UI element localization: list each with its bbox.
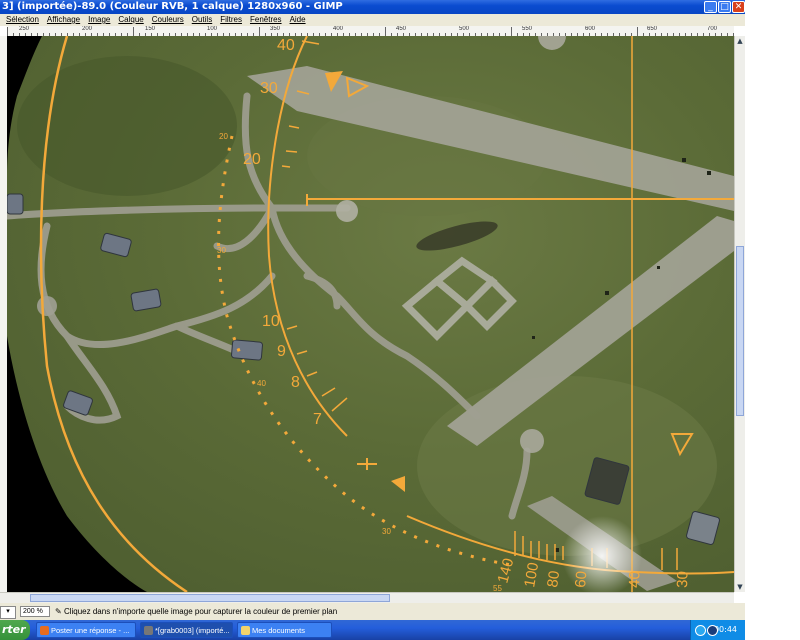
status-message: ✎ Cliquez dans n'importe quelle image po… bbox=[55, 603, 337, 620]
ruler-label: 150 bbox=[145, 26, 156, 32]
ruler-label: 500 bbox=[459, 26, 470, 32]
taskbar: rter Poster une réponse - ... *[grab0003… bbox=[0, 620, 745, 640]
ruler-label: 200 bbox=[82, 26, 93, 32]
horizontal-scrollbar[interactable] bbox=[0, 592, 734, 603]
zoom-select[interactable]: 200 % bbox=[20, 606, 50, 617]
system-tray: 00:44 bbox=[690, 620, 745, 640]
hud-small-mark: 20 bbox=[219, 132, 228, 141]
shield-icon[interactable] bbox=[707, 625, 718, 636]
ruler-tick bbox=[511, 27, 512, 36]
hud-speed-label: 60 bbox=[572, 570, 590, 588]
hud-aerial-image: 40 30 20 10 9 8 7 20 30 40 30 55 140 100… bbox=[7, 36, 734, 592]
status-bar: ▾ 200 % ✎ Cliquez dans n'importe quelle … bbox=[0, 603, 745, 620]
image-canvas[interactable]: 40 30 20 10 9 8 7 20 30 40 30 55 140 100… bbox=[7, 36, 734, 592]
page-margin bbox=[745, 0, 800, 640]
ruler-label: 550 bbox=[522, 26, 533, 32]
scroll-up-icon[interactable]: ▲ bbox=[735, 36, 745, 46]
hud-scale-lower-3: 7 bbox=[313, 411, 322, 428]
hud-scale-upper-1: 30 bbox=[260, 80, 278, 97]
unit-select[interactable]: ▾ bbox=[0, 606, 16, 619]
hud-scale-lower-0: 10 bbox=[262, 313, 280, 330]
window-controls: _ □ ✕ bbox=[704, 0, 745, 14]
hud-speed-label: 80 bbox=[544, 570, 563, 589]
vertical-scrollbar[interactable]: ▲ ▼ bbox=[734, 36, 745, 592]
network-icon[interactable] bbox=[695, 625, 706, 636]
menu-fenetres[interactable]: Fenêtres bbox=[250, 14, 282, 26]
menu-affichage[interactable]: Affichage bbox=[47, 14, 80, 26]
ruler-label: 700 bbox=[707, 26, 718, 32]
hud-scale-upper-2: 20 bbox=[243, 151, 261, 168]
gimp-icon bbox=[144, 626, 153, 635]
taskbar-item-firefox[interactable]: Poster une réponse - ... bbox=[36, 622, 136, 638]
start-button[interactable]: rter bbox=[0, 620, 30, 640]
ruler-label: 600 bbox=[585, 26, 596, 32]
firefox-icon bbox=[40, 626, 49, 635]
ruler-label: 450 bbox=[396, 26, 407, 32]
task-label: Mes documents bbox=[252, 626, 305, 635]
ruler-tick bbox=[259, 27, 260, 36]
eyedropper-icon: ✎ bbox=[55, 607, 64, 616]
status-text: Cliquez dans n'importe quelle image pour… bbox=[63, 607, 338, 616]
scroll-down-icon[interactable]: ▼ bbox=[735, 582, 745, 592]
task-label: *[grab0003] (importé... bbox=[155, 626, 230, 635]
hud-small-mark: 40 bbox=[257, 379, 266, 388]
window-titlebar: 3] (importée)-89.0 (Couleur RVB, 1 calqu… bbox=[0, 0, 745, 14]
ruler-tick bbox=[637, 27, 638, 36]
horizontal-scroll-thumb[interactable] bbox=[30, 594, 390, 602]
menu-calque[interactable]: Calque bbox=[118, 14, 143, 26]
hud-speed-label: 40 bbox=[626, 571, 644, 588]
taskbar-item-gimp[interactable]: *[grab0003] (importé... bbox=[140, 622, 233, 638]
hud-scale-lower-1: 9 bbox=[277, 343, 286, 360]
ruler-label: 350 bbox=[270, 26, 281, 32]
maximize-button[interactable]: □ bbox=[718, 1, 731, 13]
ruler-label: 100 bbox=[207, 26, 218, 32]
hud-speed-label: 30 bbox=[674, 571, 692, 588]
hud-scale-upper-0: 40 bbox=[277, 37, 295, 54]
taskbar-item-documents[interactable]: Mes documents bbox=[237, 622, 332, 638]
close-button[interactable]: ✕ bbox=[732, 1, 745, 13]
ruler-tick bbox=[7, 27, 8, 36]
menu-bar: Sélection Affichage Image Calque Couleur… bbox=[0, 14, 745, 26]
ruler-tick bbox=[133, 27, 134, 36]
ruler-label: 650 bbox=[647, 26, 658, 32]
menu-couleurs[interactable]: Couleurs bbox=[152, 14, 184, 26]
menu-filtres[interactable]: Filtres bbox=[220, 14, 242, 26]
menu-aide[interactable]: Aide bbox=[290, 14, 306, 26]
hud-small-mark: 30 bbox=[382, 527, 391, 536]
hud-scale-lower-2: 8 bbox=[291, 374, 300, 391]
menu-outils[interactable]: Outils bbox=[192, 14, 212, 26]
vertical-scroll-thumb[interactable] bbox=[736, 246, 744, 416]
folder-icon bbox=[241, 626, 250, 635]
minimize-button[interactable]: _ bbox=[704, 1, 717, 13]
window-title: 3] (importée)-89.0 (Couleur RVB, 1 calqu… bbox=[2, 1, 343, 12]
menu-image[interactable]: Image bbox=[88, 14, 110, 26]
menu-selection[interactable]: Sélection bbox=[6, 14, 39, 26]
ruler-label: 400 bbox=[333, 26, 344, 32]
ruler-label: 250 bbox=[19, 26, 30, 32]
task-label: Poster une réponse - ... bbox=[51, 626, 130, 635]
ruler-tick bbox=[385, 27, 386, 36]
hud-small-mark: 30 bbox=[217, 246, 226, 255]
hud-small-mark: 55 bbox=[493, 584, 502, 592]
